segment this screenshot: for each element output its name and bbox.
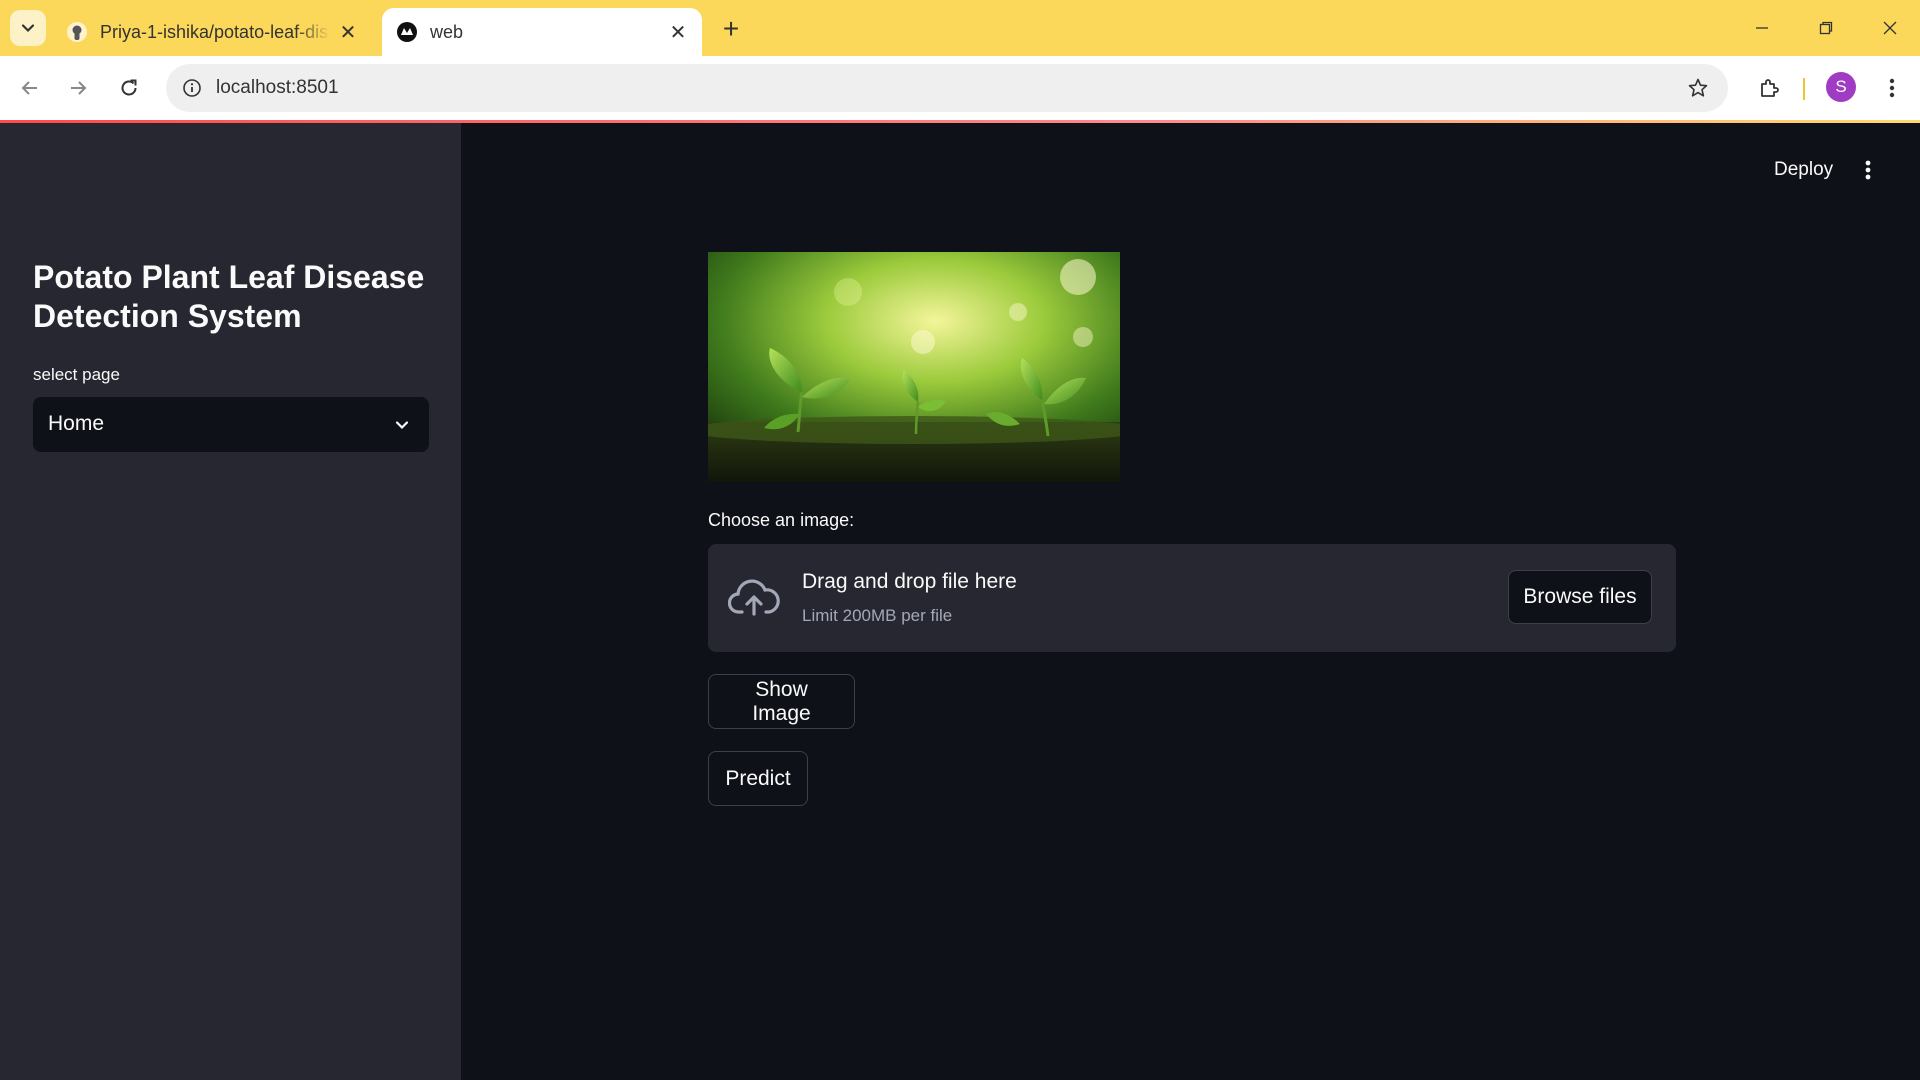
close-window-button[interactable] <box>1868 10 1912 46</box>
site-info-icon[interactable] <box>180 76 204 100</box>
deploy-button[interactable]: Deploy <box>1762 152 1845 188</box>
url-text[interactable]: localhost:8501 <box>216 77 339 99</box>
extensions-button[interactable] <box>1752 70 1788 106</box>
back-button[interactable] <box>12 70 48 106</box>
file-dropzone[interactable]: Drag and drop file here Limit 200MB per … <box>708 544 1676 652</box>
browse-files-button[interactable]: Browse files <box>1508 570 1652 624</box>
minimize-icon <box>1756 27 1768 29</box>
github-icon <box>66 21 88 43</box>
browser-toolbar: localhost:8501 S <box>0 56 1920 120</box>
app-title: Potato Plant Leaf Disease Detection Syst… <box>33 259 425 334</box>
forward-button[interactable] <box>60 70 96 106</box>
minimize-button[interactable] <box>1740 10 1784 46</box>
predict-button[interactable]: Predict <box>708 751 808 806</box>
more-vert-icon <box>1865 160 1871 180</box>
show-image-button[interactable]: Show Image <box>708 674 855 729</box>
chevron-down-icon <box>391 414 413 436</box>
close-icon <box>1883 21 1897 35</box>
back-arrow-icon <box>21 81 37 95</box>
restore-icon <box>1819 21 1833 35</box>
browser-tab-bar: Priya-1-ishika/potato-leaf-disease ✕ web… <box>0 0 1920 56</box>
browser-tab-github[interactable]: Priya-1-ishika/potato-leaf-disease ✕ <box>52 8 372 56</box>
profile-avatar[interactable]: S <box>1826 72 1856 102</box>
cloud-upload-icon <box>727 574 780 622</box>
reload-icon <box>121 79 137 96</box>
browser-tab-web[interactable]: web ✕ <box>382 8 702 56</box>
address-bar[interactable]: localhost:8501 <box>166 64 1728 112</box>
close-tab-icon[interactable]: ✕ <box>666 20 690 44</box>
page-select[interactable]: Home <box>33 397 429 452</box>
restore-button[interactable] <box>1804 10 1848 46</box>
chevron-down-icon <box>21 24 35 33</box>
tab-title: web <box>430 21 464 42</box>
toolbar-divider <box>1803 78 1805 100</box>
puzzle-icon <box>1761 79 1779 97</box>
select-page-label: select page <box>33 365 120 384</box>
drag-drop-text: Drag and drop file here <box>802 570 1017 593</box>
new-tab-button[interactable]: + <box>716 13 746 44</box>
sunlit-seedlings-image <box>708 252 1120 482</box>
browser-menu-button[interactable] <box>1874 70 1910 106</box>
close-tab-icon[interactable]: ✕ <box>336 20 360 44</box>
forward-arrow-icon <box>71 81 87 95</box>
reload-button[interactable] <box>111 70 147 106</box>
tab-search-button[interactable] <box>10 10 46 46</box>
bookmark-star-icon[interactable] <box>1686 76 1710 100</box>
upload-limit-text: Limit 200MB per file <box>802 606 953 625</box>
selected-page-value: Home <box>48 412 105 435</box>
tab-title: Priya-1-ishika/potato-leaf-disease <box>100 21 330 42</box>
app-menu-button[interactable] <box>1850 152 1886 188</box>
uploader-label: Choose an image: <box>708 510 855 530</box>
more-vert-icon <box>1889 78 1895 98</box>
streamlit-icon <box>396 21 418 43</box>
